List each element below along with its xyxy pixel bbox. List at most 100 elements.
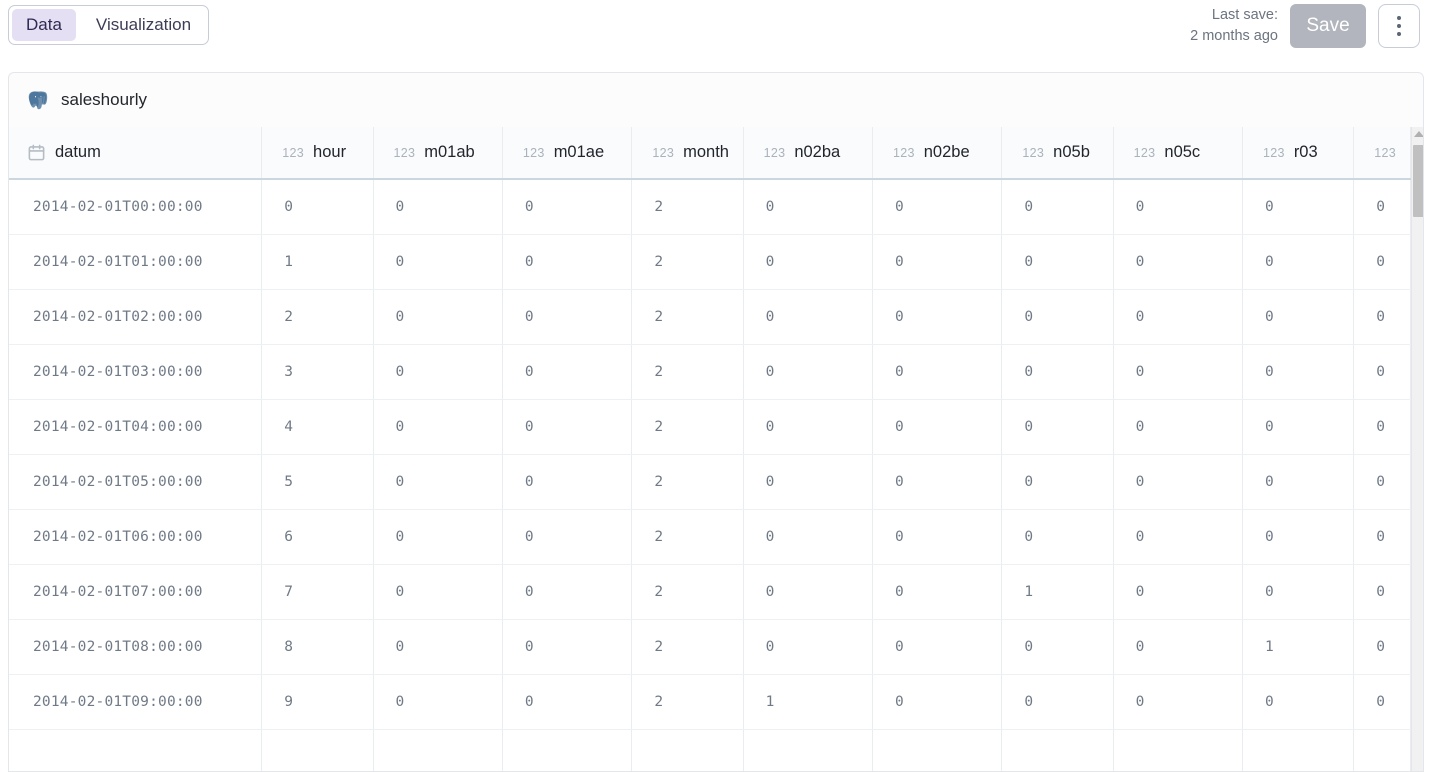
table-row[interactable]: 2014-02-01T00:00:00 0 0 0 2 0 0 0 0 0 0	[9, 179, 1411, 235]
cell-value[interactable]: 0	[1113, 564, 1244, 620]
column-header-month[interactable]: 123 month	[631, 127, 744, 180]
cell-value[interactable]	[261, 729, 374, 771]
cell-value[interactable]: 0	[1113, 179, 1244, 235]
column-header-truncated[interactable]: 123	[1353, 127, 1411, 180]
cell-value[interactable]: 0	[1113, 234, 1244, 290]
more-options-button[interactable]	[1378, 4, 1420, 48]
cell-datum[interactable]: 2014-02-01T09:00:00	[9, 674, 263, 730]
cell-value[interactable]: 0	[743, 344, 873, 400]
cell-value[interactable]: 0	[1001, 234, 1114, 290]
cell-value[interactable]: 0	[1242, 564, 1355, 620]
table-row[interactable]: 2014-02-01T06:00:00 6 0 0 2 0 0 0 0 0 0	[9, 509, 1411, 565]
cell-value[interactable]: 0	[1242, 344, 1355, 400]
cell-value[interactable]: 0	[373, 344, 503, 400]
cell-datum[interactable]: 2014-02-01T03:00:00	[9, 344, 263, 400]
cell-value[interactable]: 0	[1242, 454, 1355, 510]
cell-value[interactable]: 0	[373, 399, 503, 455]
cell-value[interactable]: 0	[1353, 289, 1411, 345]
cell-value[interactable]: 5	[261, 454, 374, 510]
cell-value[interactable]: 4	[261, 399, 374, 455]
cell-value[interactable]: 0	[373, 454, 503, 510]
cell-value[interactable]: 0	[872, 619, 1003, 675]
cell-value[interactable]: 0	[373, 234, 503, 290]
table-row[interactable]	[9, 729, 1411, 771]
cell-value[interactable]: 0	[1001, 619, 1114, 675]
cell-value[interactable]: 0	[1001, 674, 1114, 730]
cell-datum[interactable]: 2014-02-01T08:00:00	[9, 619, 263, 675]
cell-value[interactable]: 0	[1353, 399, 1411, 455]
column-header-m01ae[interactable]: 123 m01ae	[502, 127, 633, 180]
cell-value[interactable]: 0	[1242, 289, 1355, 345]
cell-value[interactable]: 0	[743, 179, 873, 235]
cell-value[interactable]: 0	[1242, 674, 1355, 730]
cell-datum[interactable]: 2014-02-01T07:00:00	[9, 564, 263, 620]
column-header-r03[interactable]: 123 r03	[1242, 127, 1355, 180]
cell-value[interactable]: 2	[631, 234, 744, 290]
column-header-datum[interactable]: datum	[9, 127, 263, 180]
table-row[interactable]: 2014-02-01T07:00:00 7 0 0 2 0 0 1 0 0 0	[9, 564, 1411, 620]
cell-value[interactable]: 1	[261, 234, 374, 290]
cell-value[interactable]: 0	[502, 564, 633, 620]
cell-value[interactable]: 0	[502, 179, 633, 235]
cell-value[interactable]: 1	[743, 674, 873, 730]
cell-value[interactable]: 0	[502, 234, 633, 290]
column-header-n02be[interactable]: 123 n02be	[872, 127, 1003, 180]
cell-value[interactable]: 0	[373, 564, 503, 620]
cell-value[interactable]: 2	[261, 289, 374, 345]
cell-value[interactable]: 0	[1113, 619, 1244, 675]
cell-value[interactable]: 0	[872, 289, 1003, 345]
cell-value[interactable]: 0	[872, 509, 1003, 565]
cell-value[interactable]: 0	[1113, 509, 1244, 565]
cell-value[interactable]: 0	[1113, 289, 1244, 345]
cell-datum[interactable]	[9, 729, 263, 771]
cell-value[interactable]: 0	[743, 564, 873, 620]
cell-value[interactable]: 2	[631, 619, 744, 675]
cell-value[interactable]: 0	[872, 234, 1003, 290]
cell-value[interactable]: 0	[1001, 399, 1114, 455]
cell-datum[interactable]: 2014-02-01T00:00:00	[9, 179, 263, 235]
cell-value[interactable]: 0	[1001, 289, 1114, 345]
cell-value[interactable]: 0	[1353, 509, 1411, 565]
vertical-scrollbar[interactable]	[1411, 127, 1423, 771]
cell-value[interactable]: 0	[1353, 674, 1411, 730]
cell-value[interactable]: 0	[872, 674, 1003, 730]
cell-value[interactable]: 0	[373, 179, 503, 235]
cell-value[interactable]: 1	[1242, 619, 1355, 675]
cell-datum[interactable]: 2014-02-01T01:00:00	[9, 234, 263, 290]
column-header-hour[interactable]: 123 hour	[261, 127, 374, 180]
cell-value[interactable]: 7	[261, 564, 374, 620]
cell-value[interactable]: 0	[1353, 454, 1411, 510]
table-row[interactable]: 2014-02-01T04:00:00 4 0 0 2 0 0 0 0 0 0	[9, 399, 1411, 455]
cell-value[interactable]: 0	[502, 454, 633, 510]
cell-value[interactable]: 0	[373, 509, 503, 565]
cell-value[interactable]: 0	[1001, 344, 1114, 400]
cell-value[interactable]: 1	[1001, 564, 1114, 620]
cell-value[interactable]: 0	[502, 344, 633, 400]
cell-value[interactable]: 0	[743, 289, 873, 345]
cell-datum[interactable]: 2014-02-01T02:00:00	[9, 289, 263, 345]
cell-value[interactable]: 2	[631, 674, 744, 730]
cell-value[interactable]: 2	[631, 344, 744, 400]
cell-value[interactable]: 0	[1353, 344, 1411, 400]
cell-value[interactable]	[872, 729, 1003, 771]
chevron-up-icon[interactable]	[1413, 131, 1423, 137]
table-row[interactable]: 2014-02-01T03:00:00 3 0 0 2 0 0 0 0 0 0	[9, 344, 1411, 400]
cell-value[interactable]: 0	[1353, 619, 1411, 675]
cell-value[interactable]: 0	[743, 619, 873, 675]
column-header-n02ba[interactable]: 123 n02ba	[743, 127, 873, 180]
cell-value[interactable]: 2	[631, 289, 744, 345]
cell-value[interactable]: 0	[502, 399, 633, 455]
cell-value[interactable]: 2	[631, 179, 744, 235]
column-header-n05c[interactable]: 123 n05c	[1113, 127, 1244, 180]
cell-value[interactable]: 2	[631, 399, 744, 455]
save-button[interactable]: Save	[1290, 4, 1366, 48]
cell-value[interactable]: 0	[373, 619, 503, 675]
cell-datum[interactable]: 2014-02-01T05:00:00	[9, 454, 263, 510]
cell-value[interactable]	[1242, 729, 1355, 771]
cell-value[interactable]: 0	[502, 619, 633, 675]
cell-value[interactable]	[743, 729, 873, 771]
cell-value[interactable]: 0	[872, 179, 1003, 235]
column-header-n05b[interactable]: 123 n05b	[1001, 127, 1114, 180]
cell-value[interactable]	[502, 729, 633, 771]
cell-value[interactable]: 0	[743, 454, 873, 510]
